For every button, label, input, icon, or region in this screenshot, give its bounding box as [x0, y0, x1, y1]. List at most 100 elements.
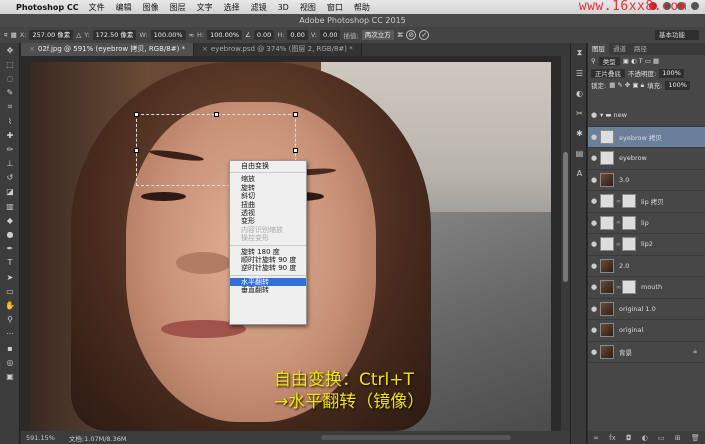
menu-edit[interactable]: 编辑 — [116, 2, 132, 13]
layer-name[interactable]: 2.0 — [619, 262, 629, 270]
layer-row[interactable]: ● ∞ lip 拷贝 — [588, 191, 705, 213]
menu-type[interactable]: 文字 — [197, 2, 213, 13]
menu-select[interactable]: 选择 — [224, 2, 240, 13]
zoom-tool-icon[interactable]: ⚲ — [0, 313, 20, 327]
transform-handle[interactable] — [134, 112, 139, 117]
new-group-icon[interactable]: ▭ — [658, 434, 665, 442]
menu-item-free-transform[interactable]: 自由变换 — [230, 162, 306, 170]
menu-item-flip-horizontal[interactable]: 水平翻转 — [230, 277, 306, 287]
layer-mask-thumbnail[interactable] — [622, 280, 636, 295]
layer-name[interactable]: lip — [641, 219, 649, 227]
y-field[interactable]: 172.50 像素 — [92, 30, 137, 40]
layer-thumbnail[interactable] — [600, 215, 614, 230]
visibility-eye-icon[interactable]: ● — [588, 305, 600, 313]
stamp-tool-icon[interactable]: ⊥ — [0, 157, 20, 171]
menu-item-scale[interactable]: 缩放 — [230, 175, 306, 183]
blend-mode-select[interactable]: 正片叠底 — [591, 68, 625, 78]
visibility-eye-icon[interactable]: ● — [588, 111, 600, 119]
marquee-tool-icon[interactable]: ⬚ — [0, 57, 20, 71]
fx-icon[interactable]: fx — [609, 434, 616, 442]
layer-row[interactable]: ● 2.0 — [588, 256, 705, 277]
quick-select-tool-icon[interactable]: ✎ — [0, 86, 20, 100]
color-panel-icon[interactable]: ▤ — [571, 143, 588, 163]
menu-3d[interactable]: 3D — [278, 3, 289, 12]
visibility-eye-icon[interactable]: ● — [588, 154, 600, 162]
properties-panel-icon[interactable]: ☰ — [571, 63, 588, 83]
eyedropper-tool-icon[interactable]: ⌇ — [0, 114, 20, 128]
menu-item-skew[interactable]: 斜切 — [230, 192, 306, 200]
layer-name[interactable]: original 1.0 — [619, 305, 656, 313]
layer-name[interactable]: 3.0 — [619, 176, 629, 184]
folder-icon[interactable]: ▾ ▬ — [600, 111, 611, 119]
brush-panel-icon[interactable]: ✱ — [571, 123, 588, 143]
menu-layer[interactable]: 图层 — [170, 2, 186, 13]
app-name-menu[interactable]: Photoshop CC — [16, 3, 79, 12]
delta-icon[interactable]: △ — [76, 31, 81, 39]
layer-thumbnail[interactable] — [600, 237, 614, 252]
layer-name[interactable]: original — [619, 326, 643, 334]
reference-point-icon[interactable]: ▦ — [11, 31, 17, 39]
shape-tool-icon[interactable]: ▭ — [0, 284, 20, 298]
lasso-tool-icon[interactable]: ◌ — [0, 71, 20, 85]
layer-thumbnail[interactable] — [600, 301, 614, 316]
transform-handle[interactable] — [293, 112, 298, 117]
visibility-eye-icon[interactable]: ● — [588, 176, 600, 184]
close-icon[interactable]: × — [29, 45, 35, 53]
layer-row[interactable]: ● original 1.0 — [588, 299, 705, 320]
transform-handle[interactable] — [134, 148, 139, 153]
visibility-eye-icon[interactable]: ● — [588, 262, 600, 270]
path-select-icon[interactable]: ➤ — [0, 270, 20, 284]
layer-row[interactable]: ● eyebrow — [588, 148, 705, 170]
tab-paths[interactable]: 路径 — [630, 43, 651, 55]
dodge-tool-icon[interactable]: ● — [0, 227, 20, 241]
menu-item-flip-vertical[interactable]: 垂直翻转 — [230, 286, 306, 294]
menu-filter[interactable]: 滤镜 — [251, 2, 267, 13]
layer-mask-thumbnail[interactable] — [622, 215, 636, 230]
commit-transform-icon[interactable]: ✓ — [419, 30, 430, 40]
visibility-eye-icon[interactable]: ● — [588, 197, 600, 205]
layer-row[interactable]: ● ▾ ▬ new — [588, 105, 705, 127]
gradient-tool-icon[interactable]: ▥ — [0, 199, 20, 213]
menu-file[interactable]: 文件 — [89, 2, 105, 13]
eraser-tool-icon[interactable]: ◪ — [0, 185, 20, 199]
transform-handle[interactable] — [214, 112, 219, 117]
scrollbar-thumb[interactable] — [563, 152, 568, 282]
layer-name[interactable]: eyebrow 拷贝 — [619, 132, 662, 142]
workspace-select[interactable]: 基本功能 — [655, 30, 699, 40]
layer-row[interactable]: ● ∞ lip2 — [588, 234, 705, 256]
layer-name[interactable]: eyebrow — [619, 154, 647, 162]
link-icon[interactable]: ∞ — [189, 31, 194, 39]
x-field[interactable]: 257.00 像素 — [29, 30, 74, 40]
lock-icons[interactable]: ▦ ✎ ✥ ▣ 🔒︎ — [609, 81, 644, 90]
trash-icon[interactable]: 🗑︎ — [691, 434, 700, 442]
menu-view[interactable]: 视图 — [300, 2, 316, 13]
layer-thumbnail[interactable] — [600, 323, 614, 338]
layer-thumbnail[interactable] — [600, 172, 614, 187]
tab-eyebrow[interactable]: × eyebrow.psd @ 374% (图层 2, RGB/8#) * — [194, 43, 362, 56]
type-tool-icon[interactable]: T — [0, 256, 20, 270]
layer-row[interactable]: ● ∞ lip — [588, 213, 705, 234]
cancel-transform-icon[interactable]: ⊘ — [406, 30, 417, 40]
visibility-eye-icon[interactable]: ● — [588, 326, 600, 334]
add-mask-icon[interactable]: ◘ — [626, 434, 632, 442]
visibility-eye-icon[interactable]: ● — [588, 240, 600, 248]
warp-toggle-icon[interactable]: ⌘ — [397, 31, 404, 39]
layer-thumbnail[interactable] — [600, 151, 614, 166]
tab-02f[interactable]: × 02f.jpg @ 591% (eyebrow 拷贝, RGB/8#) * — [21, 43, 195, 56]
layer-row[interactable]: ● 背景 🔒︎ — [588, 342, 705, 363]
layer-thumbnail[interactable] — [600, 344, 614, 359]
quick-mask-icon[interactable]: ◎ — [0, 355, 20, 369]
layer-row[interactable]: ● 3.0 — [588, 170, 705, 191]
more-tools-icon[interactable]: ⋯ — [0, 327, 20, 341]
visibility-eye-icon[interactable]: ● — [588, 283, 600, 291]
layer-name[interactable]: 背景 — [619, 347, 632, 357]
link-layers-icon[interactable]: ∞ — [593, 434, 599, 442]
character-panel-icon[interactable]: A — [571, 163, 588, 183]
interpolation-select[interactable]: 两次立方 — [361, 30, 394, 40]
tab-channels[interactable]: 通道 — [609, 43, 630, 55]
horizontal-scrollbar[interactable] — [321, 435, 511, 440]
visibility-eye-icon[interactable]: ● — [588, 348, 600, 356]
vertical-scrollbar[interactable] — [561, 56, 570, 431]
angle-field[interactable]: 0.00 — [253, 30, 275, 40]
layer-row[interactable]: ● eyebrow 拷贝 — [588, 126, 705, 148]
